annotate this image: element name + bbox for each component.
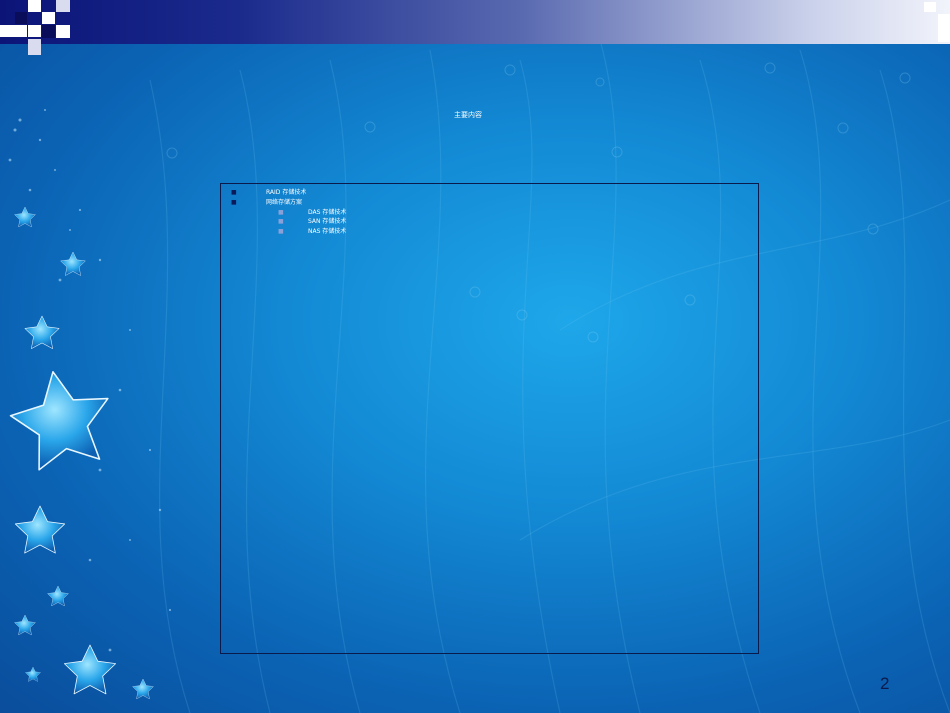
- sub-bullet-text: DAS 存储技术: [308, 209, 347, 216]
- square-bullet-icon: ■: [231, 189, 237, 196]
- bullet-text: RAID 存储技术: [266, 189, 307, 196]
- header-squares-decoration: [0, 0, 80, 58]
- header-squares-right-decoration: [890, 0, 950, 44]
- bullet-text: 网络存储方案: [266, 199, 303, 206]
- sub-bullet-text: SAN 存储技术: [308, 218, 347, 225]
- header-band: [0, 0, 950, 44]
- sub-bullet-text: NAS 存储技术: [308, 228, 347, 235]
- page-number: 2: [880, 674, 890, 693]
- square-bullet-icon: ■: [278, 218, 284, 225]
- square-bullet-icon: ■: [231, 199, 237, 206]
- square-bullet-icon: ■: [278, 228, 284, 235]
- content-placeholder: ■ RAID 存储技术 ■ 网络存储方案 ■ DAS 存储技术 ■ SAN 存储…: [220, 183, 759, 654]
- stars-decoration: [8, 109, 172, 700]
- square-bullet-icon: ■: [278, 209, 284, 216]
- slide-title: 主要内容: [454, 111, 482, 119]
- slide-canvas: 主要内容 ■ RAID 存储技术 ■ 网络存储方案 ■ DAS 存储技术 ■ S…: [0, 0, 950, 713]
